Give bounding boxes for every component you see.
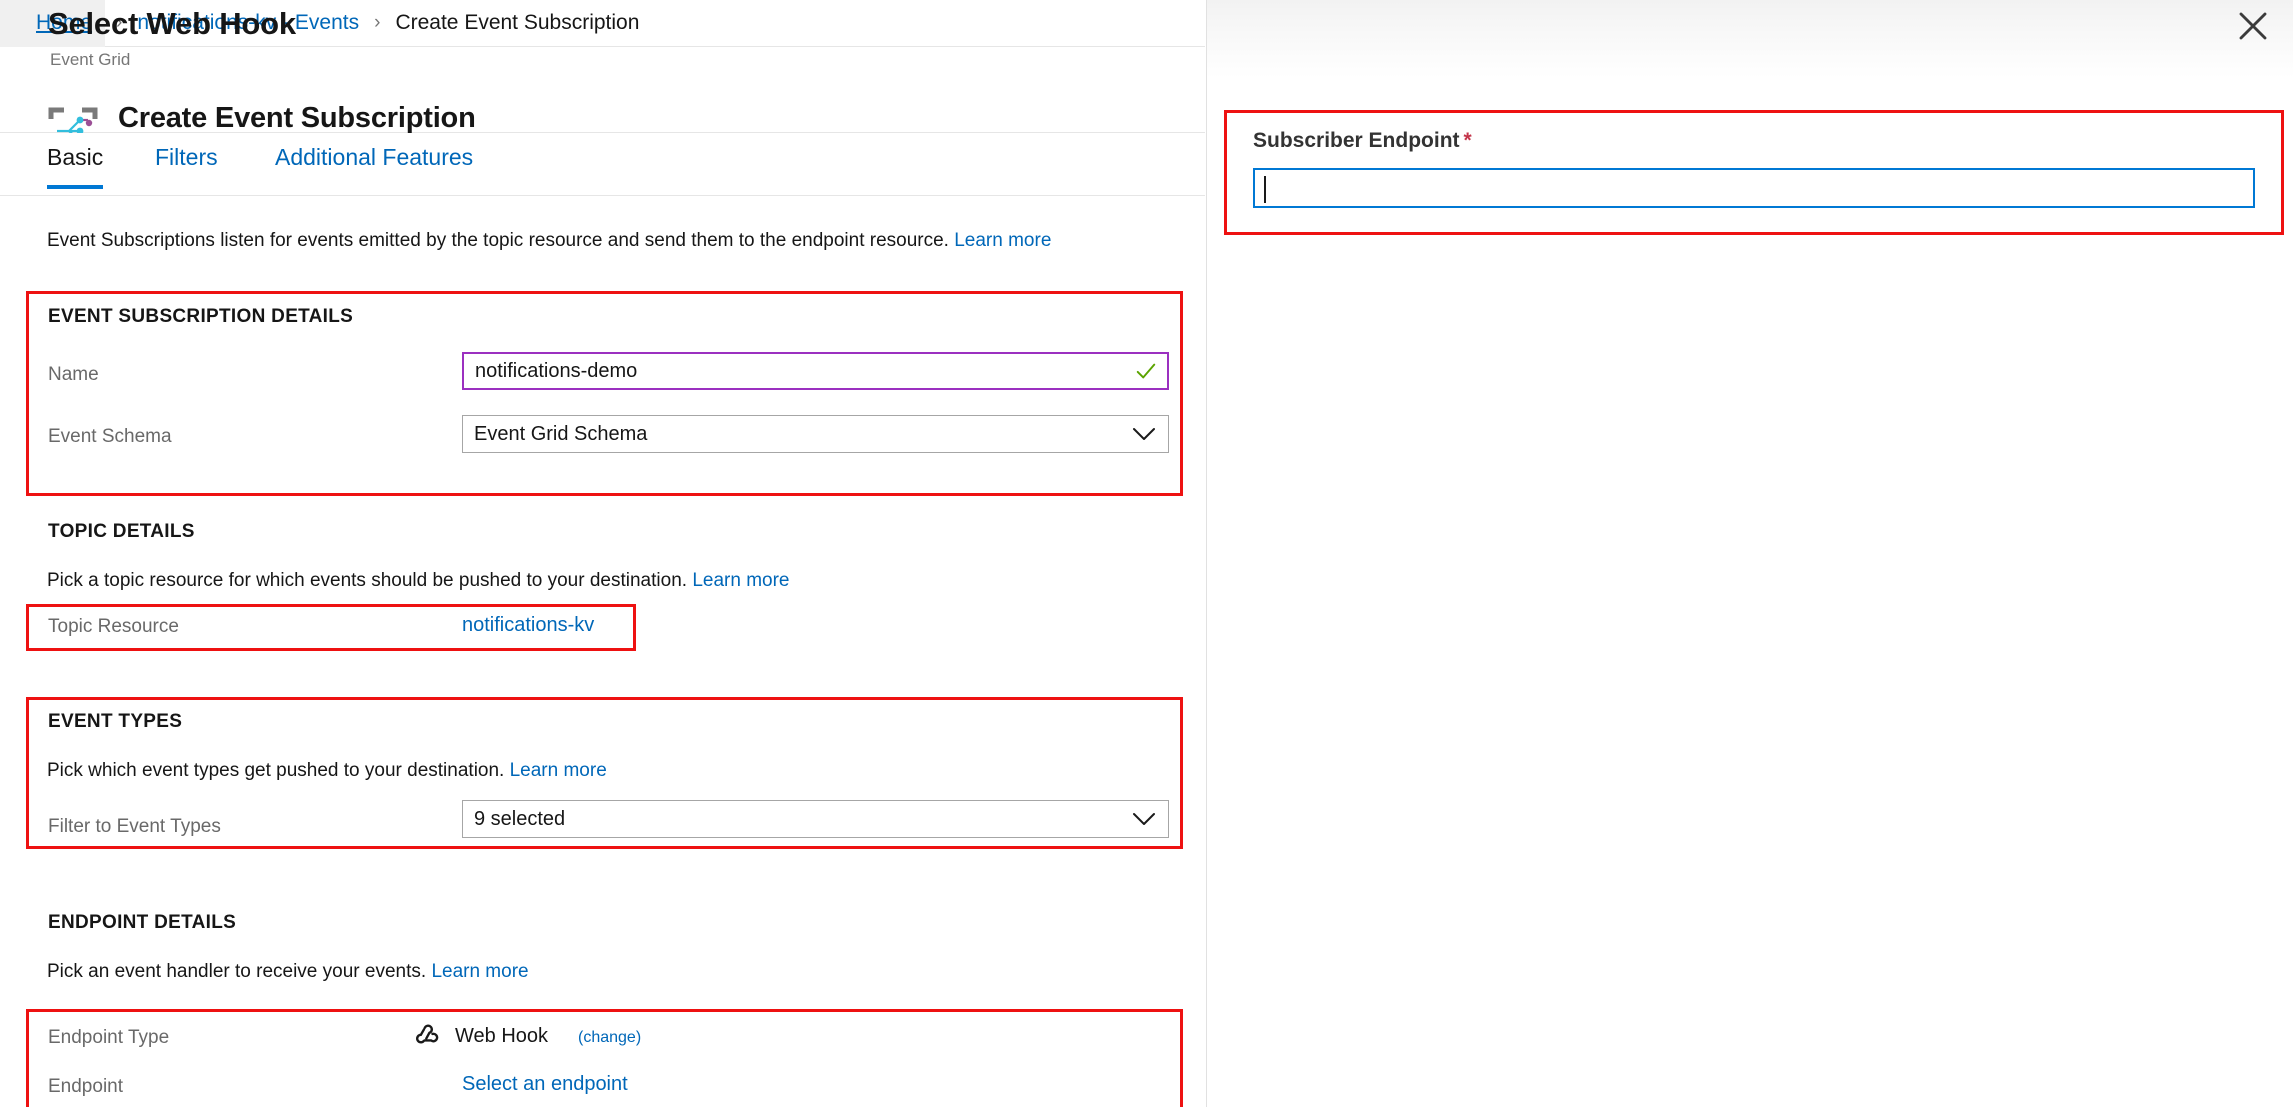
text-caret xyxy=(1264,176,1266,203)
name-input-box[interactable]: notifications-demo xyxy=(462,352,1169,390)
breadcrumb-current: Create Event Subscription xyxy=(395,11,640,34)
create-event-subscription-blade: Home › notifications-kv - Events › Creat… xyxy=(0,0,1205,1107)
chevron-down-icon xyxy=(1133,428,1155,440)
topic-details-heading: TOPIC DETAILS xyxy=(48,521,195,542)
required-asterisk: * xyxy=(1463,129,1472,152)
endpoint-type-value: Web Hook xyxy=(455,1025,549,1047)
endpoint-type-label: Endpoint Type xyxy=(48,1027,170,1048)
azure-portal-screen: Home › notifications-kv - Events › Creat… xyxy=(0,0,2293,1107)
name-field-label: Name xyxy=(48,364,99,385)
tab-filters[interactable]: Filters xyxy=(155,144,218,185)
close-icon[interactable] xyxy=(2235,8,2271,44)
panel-header-background xyxy=(1207,0,2293,78)
subscriber-endpoint-label-text: Subscriber Endpoint xyxy=(1253,129,1460,152)
panel-title: Select Web Hook xyxy=(48,6,296,41)
topic-details-description-text: Pick a topic resource for which events s… xyxy=(47,570,688,591)
select-web-hook-panel xyxy=(1206,0,2293,1107)
filter-event-types-select[interactable]: 9 selected xyxy=(462,800,1169,838)
name-input-text: notifications-demo xyxy=(475,359,638,382)
subscriber-endpoint-label: Subscriber Endpoint * xyxy=(1253,129,1472,153)
tab-bar: Basic Filters Additional Features xyxy=(0,133,1205,196)
topic-resource-value-link[interactable]: notifications-kv xyxy=(462,614,594,637)
chevron-down-icon xyxy=(1133,813,1155,825)
endpoint-details-description-text: Pick an event handler to receive your ev… xyxy=(47,961,427,982)
tab-additional-features[interactable]: Additional Features xyxy=(275,144,473,185)
subscriber-endpoint-input[interactable] xyxy=(1253,168,2255,208)
endpoint-type-change-link[interactable]: (change) xyxy=(578,1029,641,1047)
event-schema-select[interactable]: Event Grid Schema xyxy=(462,415,1169,453)
intro-learn-more-link[interactable]: Learn more xyxy=(954,230,1051,251)
filter-event-types-label: Filter to Event Types xyxy=(48,816,221,837)
endpoint-label: Endpoint xyxy=(48,1076,124,1097)
topic-details-description: Pick a topic resource for which events s… xyxy=(47,570,790,592)
tab-basic[interactable]: Basic xyxy=(47,144,104,189)
event-types-description: Pick which event types get pushed to you… xyxy=(47,760,607,782)
check-icon xyxy=(1136,363,1156,379)
endpoint-select-link[interactable]: Select an endpoint xyxy=(462,1073,628,1096)
webhook-icon xyxy=(416,1024,439,1044)
panel-subtitle: Event Grid xyxy=(50,50,131,69)
endpoint-details-heading: ENDPOINT DETAILS xyxy=(48,912,237,933)
filter-event-types-value: 9 selected xyxy=(474,807,566,830)
event-types-learn-more-link[interactable]: Learn more xyxy=(510,760,607,781)
page-title: Create Event Subscription xyxy=(118,102,476,134)
event-schema-label: Event Schema xyxy=(48,426,172,447)
event-types-heading: EVENT TYPES xyxy=(48,711,183,732)
event-types-description-text: Pick which event types get pushed to you… xyxy=(47,760,505,781)
endpoint-details-learn-more-link[interactable]: Learn more xyxy=(431,961,528,982)
intro-text-label: Event Subscriptions listen for events em… xyxy=(47,230,949,251)
topic-details-learn-more-link[interactable]: Learn more xyxy=(692,570,789,591)
event-schema-value: Event Grid Schema xyxy=(474,422,648,445)
blade-header: Create Event Subscription Event Grid xyxy=(0,47,1205,161)
endpoint-details-description: Pick an event handler to receive your ev… xyxy=(47,961,529,983)
topic-resource-label: Topic Resource xyxy=(48,616,179,637)
breadcrumb-separator-2: › xyxy=(374,12,381,33)
event-subscription-details-heading: EVENT SUBSCRIPTION DETAILS xyxy=(48,306,354,327)
intro-text: Event Subscriptions listen for events em… xyxy=(47,230,1051,252)
